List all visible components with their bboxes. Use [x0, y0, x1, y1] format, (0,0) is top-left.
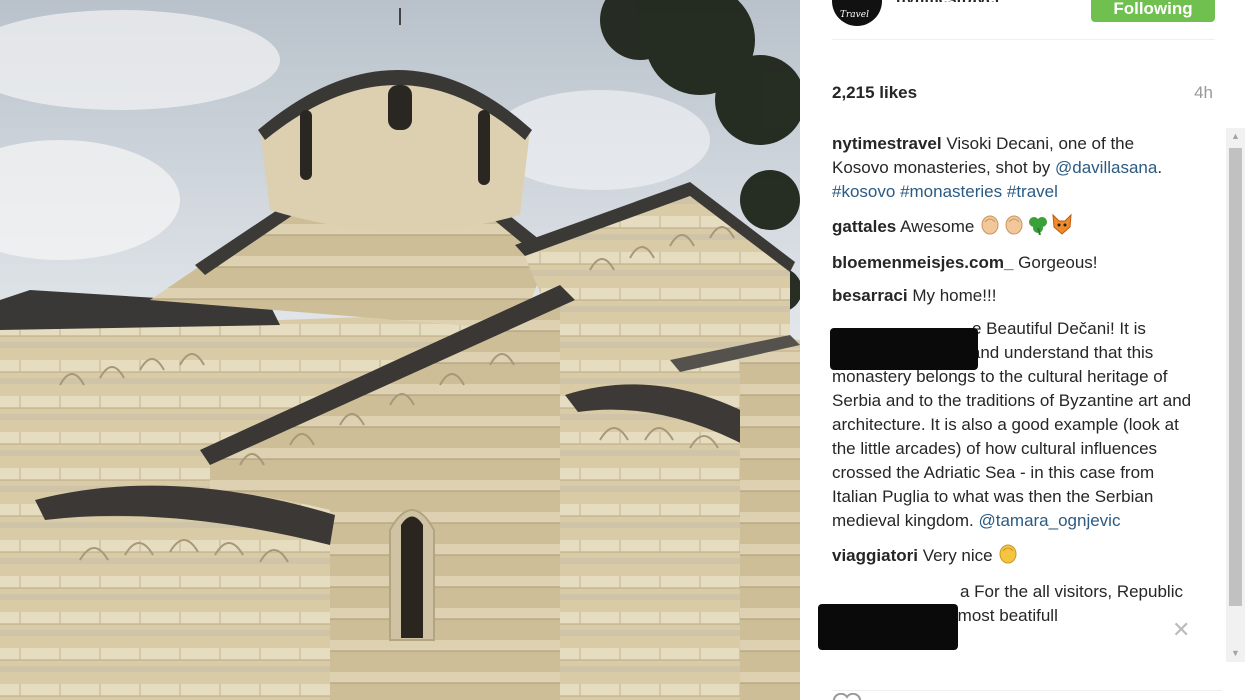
post-header: Travel nytimestravel Following — [832, 0, 1215, 40]
likes-count[interactable]: 2,215 likes — [832, 83, 917, 103]
following-button[interactable]: Following — [1091, 0, 1215, 22]
comment-text: Very nice — [917, 546, 998, 565]
header-username[interactable]: nytimestravel — [896, 0, 999, 2]
hashtag-travel[interactable]: #travel — [1007, 182, 1058, 201]
comment-username[interactable]: besarraci — [832, 286, 908, 305]
comments-scrollbar[interactable]: ▲ ▼ — [1226, 128, 1245, 662]
comment-mention[interactable]: @tamara_ognjevic — [978, 511, 1120, 530]
heart-icon[interactable] — [832, 692, 862, 700]
comment-username[interactable]: viaggiatori — [832, 546, 918, 565]
post-time[interactable]: 4h — [1194, 83, 1213, 103]
hashtag-kosovo[interactable]: #kosovo — [832, 182, 895, 201]
list-item: besarraci My home!!! — [832, 284, 1194, 308]
avatar-label: Travel — [840, 10, 869, 20]
clapping-hands-icon — [997, 542, 1019, 571]
redaction-block — [830, 328, 978, 370]
scroll-up-arrow-icon[interactable]: ▲ — [1226, 128, 1245, 145]
avatar[interactable]: Travel — [832, 0, 882, 26]
fox-face-icon — [1051, 213, 1073, 242]
list-item: viaggiatori Very nice — [832, 542, 1194, 571]
hashtag-monasteries[interactable]: #monasteries — [900, 182, 1002, 201]
clapping-hands-icon — [1003, 213, 1025, 242]
list-item: bloemenmeisjes.com_ Gorgeous! — [832, 251, 1194, 275]
scrollbar-thumb[interactable] — [1229, 148, 1242, 606]
shamrock-icon — [1027, 213, 1049, 242]
caption-mention[interactable]: @davillasana — [1055, 158, 1157, 177]
clapping-hands-icon — [979, 213, 1001, 242]
caption-separator: . — [1157, 158, 1163, 177]
caption: nytimestravel Visoki Decani, one of the … — [832, 132, 1194, 204]
close-icon[interactable]: ✕ — [1172, 619, 1190, 641]
following-button-label: Following — [1113, 0, 1193, 18]
comment-text: Gorgeous! — [1013, 253, 1098, 272]
comment-username[interactable]: gattales — [832, 217, 896, 236]
caption-username[interactable]: nytimestravel — [832, 134, 942, 153]
add-comment-bar — [832, 690, 1222, 700]
comments-list: nytimestravel Visoki Decani, one of the … — [832, 132, 1194, 662]
redaction-block — [818, 604, 958, 650]
list-item: gattales Awesome — [832, 213, 1194, 242]
comment-text: Awesome — [896, 217, 980, 236]
monastery-photo — [0, 0, 800, 700]
comment-username[interactable]: bloemenmeisjes.com_ — [832, 253, 1013, 272]
comment-text: My home!!! — [907, 286, 997, 305]
scroll-down-arrow-icon[interactable]: ▼ — [1226, 645, 1245, 662]
post-photo[interactable] — [0, 0, 800, 700]
